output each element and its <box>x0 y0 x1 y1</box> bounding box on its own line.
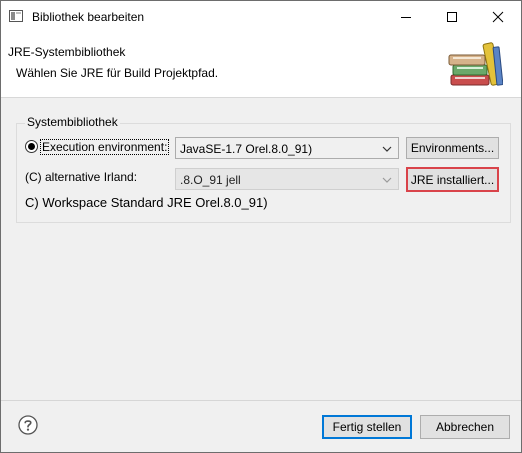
alternative-jre-value: .8.O_91 jell <box>180 173 241 187</box>
radio-execution-environment[interactable] <box>25 140 38 153</box>
finish-button[interactable]: Fertig stellen <box>322 415 412 439</box>
dialog-header: JRE-Systembibliothek Wählen Sie JRE für … <box>1 32 521 98</box>
minimize-button[interactable] <box>383 1 429 32</box>
close-icon <box>492 11 504 22</box>
dialog-window: Bibliothek bearbeiten JRE-Systembiblioth… <box>0 0 522 453</box>
footer-separator <box>1 400 521 401</box>
books-icon <box>448 42 503 86</box>
close-button[interactable] <box>475 1 521 32</box>
title-bar: Bibliothek bearbeiten <box>1 1 521 32</box>
library-window-icon <box>9 10 23 22</box>
workspace-default-jre-label[interactable]: C) Workspace Standard JRE Orel.8.0_91) <box>25 195 268 210</box>
alternative-jre-label: (C) alternative Irland: <box>25 170 138 184</box>
execution-environment-value: JavaSE-1.7 Orel.8.0_91) <box>180 142 313 156</box>
header-description: Wählen Sie JRE für Build Projektpfad. <box>16 66 219 80</box>
chevron-down-icon <box>382 177 392 183</box>
minimize-icon <box>401 16 411 18</box>
alternative-jre-combo[interactable]: .8.O_91 jell <box>175 168 399 190</box>
help-icon[interactable] <box>18 415 38 435</box>
maximize-icon <box>447 11 457 22</box>
execution-environment-label: Execution environment: <box>40 139 170 155</box>
cancel-button[interactable]: Abbrechen <box>420 415 510 439</box>
chevron-down-icon <box>382 146 392 152</box>
installed-jres-button[interactable]: JRE installiert... <box>406 167 499 192</box>
environments-button[interactable]: Environments... <box>406 137 499 159</box>
execution-environment-combo[interactable]: JavaSE-1.7 Orel.8.0_91) <box>175 137 399 159</box>
maximize-button[interactable] <box>429 1 475 32</box>
group-label: Systembibliothek <box>25 115 120 129</box>
window-title: Bibliothek bearbeiten <box>32 10 145 24</box>
header-title: JRE-Systembibliothek <box>8 45 126 59</box>
